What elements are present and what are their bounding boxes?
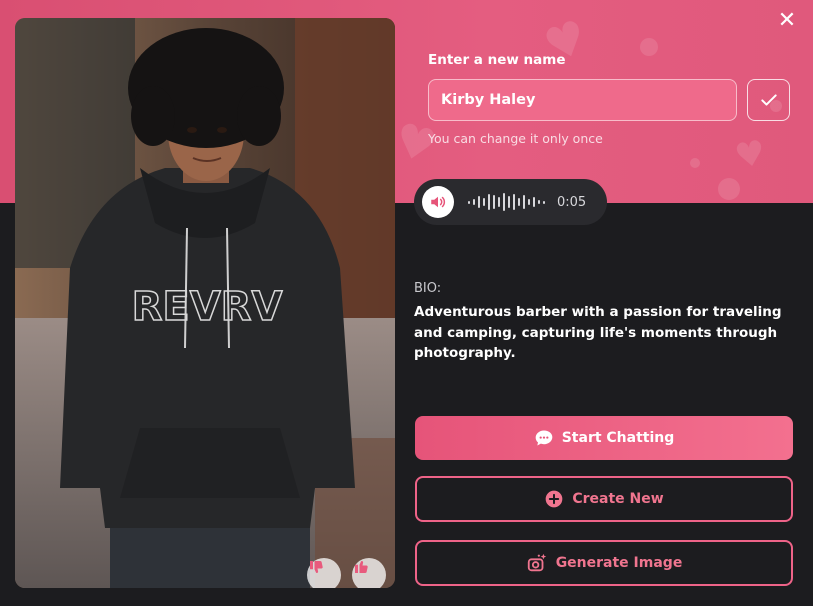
thumbs-up-icon [355, 561, 368, 573]
create-new-button[interactable]: Create New [415, 476, 793, 522]
checkmark-icon [760, 94, 777, 106]
bio-label: BIO: [414, 281, 442, 296]
create-new-label: Create New [572, 491, 664, 507]
name-input[interactable] [428, 79, 737, 121]
name-field-label: Enter a new name [428, 52, 566, 68]
dislike-button[interactable] [307, 558, 341, 588]
character-photo: REVRV [15, 18, 395, 588]
chat-bubble-icon [534, 428, 554, 448]
start-chatting-label: Start Chatting [561, 430, 675, 446]
shirt-logo-text: REVRV [132, 284, 283, 330]
voice-play-button[interactable] [422, 186, 454, 218]
plus-circle-icon [544, 489, 564, 509]
start-chatting-button[interactable]: Start Chatting [415, 416, 793, 460]
generate-image-button[interactable]: Generate Image [415, 540, 793, 586]
camera-sparkle-icon [526, 552, 548, 574]
voice-waveform [468, 193, 545, 211]
confirm-name-button[interactable] [747, 79, 790, 121]
speaker-icon [431, 196, 446, 208]
generate-image-label: Generate Image [555, 555, 683, 571]
voice-duration: 0:05 [557, 194, 587, 210]
bio-text: Adventurous barber with a passion for tr… [414, 304, 782, 361]
close-icon[interactable]: ✕ [776, 10, 798, 32]
thumbs-down-icon [310, 561, 323, 573]
name-change-hint: You can change it only once [428, 131, 603, 146]
portrait-illustration: REVRV [15, 18, 395, 588]
voice-preview: 0:05 [414, 179, 607, 225]
like-button[interactable] [352, 558, 386, 588]
